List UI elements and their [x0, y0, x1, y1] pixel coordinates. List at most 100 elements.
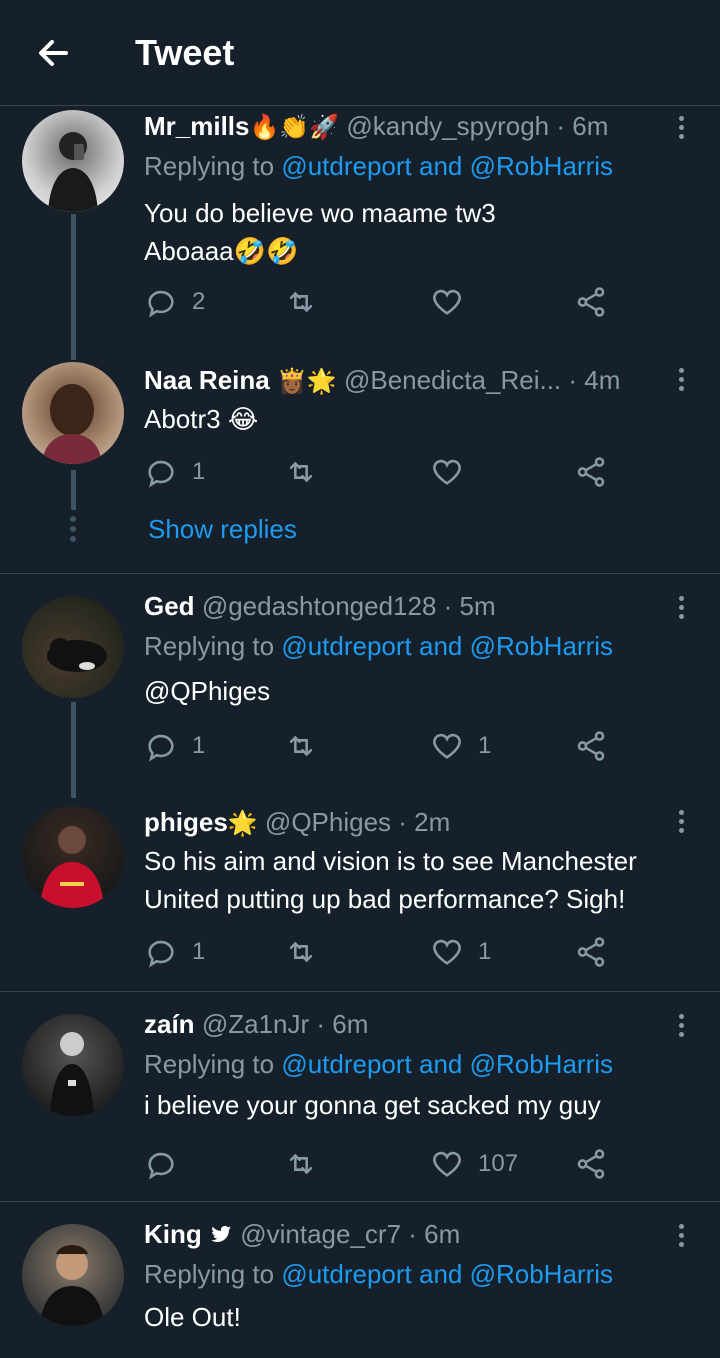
share-icon	[577, 1149, 605, 1179]
tweet[interactable]: Naa Reina 👸🏾🌟 @Benedicta_Rei... · 4m Abo…	[0, 360, 720, 570]
timestamp: · 2m	[398, 807, 451, 837]
mention-link[interactable]: @utdreport and @RobHarris	[281, 631, 613, 661]
timestamp: · 4m	[568, 365, 621, 395]
thread-line	[71, 470, 76, 510]
avatar[interactable]	[22, 1014, 124, 1116]
handle[interactable]: @Za1nJr	[202, 1009, 309, 1039]
more-options-icon[interactable]	[668, 806, 694, 840]
share-button[interactable]	[574, 282, 608, 322]
display-name[interactable]: Ged	[144, 591, 195, 621]
share-icon	[577, 731, 605, 761]
retweet-button[interactable]	[284, 726, 332, 766]
name-emojis: 👸🏾🌟	[276, 368, 337, 395]
tweet-actions: 1	[144, 452, 624, 492]
tweet-text[interactable]: @QPhiges	[144, 672, 680, 710]
tweet[interactable]: phiges🌟 @QPhiges · 2m So his aim and vis…	[0, 802, 720, 988]
replying-to: Replying to @utdreport and @RobHarris	[144, 631, 614, 661]
like-button[interactable]: 107	[430, 1144, 518, 1184]
reply-icon	[148, 1152, 174, 1180]
retweet-button[interactable]	[284, 932, 332, 972]
more-options-icon[interactable]	[668, 592, 694, 626]
tweet[interactable]: King @vintage_cr7 · 6m Replying to @utdr…	[0, 1214, 720, 1358]
avatar[interactable]	[22, 1224, 124, 1326]
avatar[interactable]	[22, 596, 124, 698]
display-name[interactable]: Mr_mills	[144, 111, 250, 141]
heart-icon	[433, 733, 461, 759]
replying-to: Replying to @utdreport and @RobHarris	[144, 1049, 614, 1079]
timestamp: · 6m	[408, 1219, 461, 1249]
tweet-text: Abotr3 😂	[144, 404, 259, 434]
replying-to: Replying to @utdreport and @RobHarris	[144, 1259, 614, 1289]
like-button[interactable]: 1	[430, 726, 491, 766]
tweet-header: phiges🌟 @QPhiges · 2m	[144, 802, 680, 842]
divider	[0, 573, 720, 574]
mention-link[interactable]: @utdreport and @RobHarris	[281, 1259, 613, 1289]
retweet-icon	[289, 735, 313, 757]
reply-icon	[148, 460, 174, 488]
display-name[interactable]: zaín	[144, 1009, 195, 1039]
tweet-header: Ged @gedashtonged128 · 5m	[144, 586, 680, 626]
tweet-actions: 107	[144, 1144, 624, 1184]
reply-icon	[148, 734, 174, 762]
avatar[interactable]	[22, 362, 124, 464]
mention-link[interactable]: @utdreport and @RobHarris	[281, 151, 613, 181]
show-replies-link[interactable]: Show replies	[148, 514, 297, 545]
retweet-button[interactable]	[284, 1144, 332, 1184]
mention-link[interactable]: @utdreport and @RobHarris	[281, 1049, 613, 1079]
handle[interactable]: @Benedicta_Rei...	[344, 365, 561, 395]
share-button[interactable]	[574, 1144, 608, 1184]
timestamp: · 6m	[556, 111, 609, 141]
more-options-icon[interactable]	[668, 112, 694, 146]
handle[interactable]: @QPhiges	[265, 807, 391, 837]
divider	[0, 1201, 720, 1202]
reply-button[interactable]	[144, 1144, 192, 1184]
thread-dots	[70, 516, 76, 546]
display-name[interactable]: phiges	[144, 807, 228, 837]
tweet-header: zaín @Za1nJr · 6m	[144, 1004, 680, 1044]
tweet-text: Ole Out!	[144, 1302, 241, 1332]
retweet-icon	[289, 291, 313, 313]
retweet-button[interactable]	[284, 452, 332, 492]
name-emojis: 🌟	[227, 810, 258, 837]
timestamp: · 6m	[316, 1009, 369, 1039]
display-name[interactable]: King	[144, 1219, 202, 1249]
more-options-icon[interactable]	[668, 1220, 694, 1254]
more-options-icon[interactable]	[668, 1010, 694, 1044]
handle[interactable]: @vintage_cr7	[240, 1219, 401, 1249]
reply-icon	[148, 940, 174, 968]
avatar[interactable]	[22, 806, 124, 908]
reply-button[interactable]: 1	[144, 726, 205, 766]
tweet[interactable]: Ged @gedashtonged128 · 5m Replying to @u…	[0, 586, 720, 798]
thread-line	[71, 214, 76, 360]
handle[interactable]: @kandy_spyrogh	[346, 111, 549, 141]
avatar[interactable]	[22, 110, 124, 212]
bird-icon	[211, 1225, 231, 1242]
handle[interactable]: @gedashtonged128	[202, 591, 437, 621]
tweet[interactable]: zaín @Za1nJr · 6m Replying to @utdreport…	[0, 1004, 720, 1200]
share-button[interactable]	[574, 726, 608, 766]
heart-icon	[433, 1151, 461, 1177]
page-title: Tweet	[135, 32, 235, 73]
like-button[interactable]: 1	[430, 932, 491, 972]
name-emojis: 🔥👏🚀	[249, 114, 340, 141]
tweet-actions: 1 1	[144, 932, 624, 972]
like-button[interactable]	[430, 452, 478, 492]
more-options-icon[interactable]	[668, 364, 694, 398]
timestamp: · 5m	[443, 591, 496, 621]
reply-button[interactable]: 1	[144, 452, 205, 492]
retweet-button[interactable]	[284, 282, 332, 322]
share-button[interactable]	[574, 932, 608, 972]
share-button[interactable]	[574, 452, 608, 492]
thread-line	[71, 702, 76, 798]
like-button[interactable]	[430, 282, 478, 322]
heart-icon	[433, 289, 461, 315]
heart-icon	[433, 459, 461, 485]
top-bar: Tweet	[0, 0, 720, 106]
reply-button[interactable]: 1	[144, 932, 205, 972]
display-name[interactable]: Naa Reina	[144, 365, 270, 395]
tweet-text: So his aim and vision is to see Manchest…	[144, 846, 637, 914]
heart-icon	[433, 939, 461, 965]
tweet[interactable]: Mr_mills🔥👏🚀 @kandy_spyrogh · 6m Replying…	[0, 106, 720, 360]
back-arrow-icon[interactable]	[30, 30, 76, 76]
reply-button[interactable]: 2	[144, 282, 205, 322]
